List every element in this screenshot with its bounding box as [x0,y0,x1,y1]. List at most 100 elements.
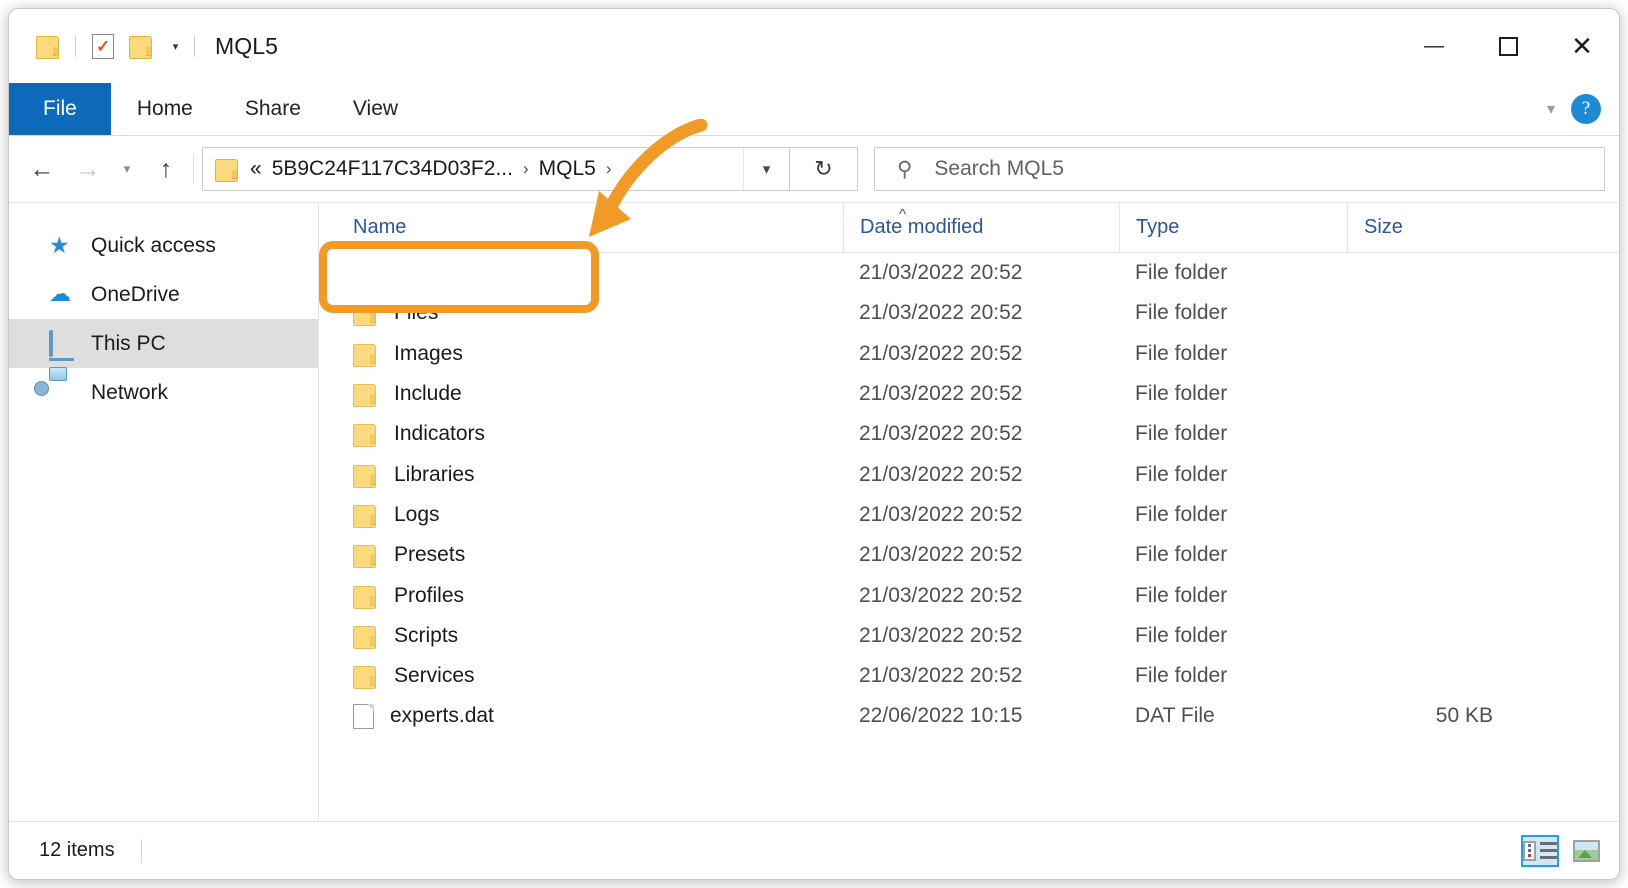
row-type-cell: File folder [1119,575,1347,615]
breadcrumb-dropdown-button[interactable]: ▾ [743,148,789,190]
table-row[interactable]: experts.dat 22/06/2022 10:15 DAT File 50… [319,696,1619,736]
breadcrumb-segments: « 5B9C24F117C34D03F2... › MQL5 › [250,157,619,181]
row-date-cell: 21/03/2022 20:52 [843,454,1119,494]
explorer-body: ★ Quick access ☁ OneDrive This PC Networ… [9,202,1619,821]
row-size-cell [1347,575,1507,615]
sidebar-item-this-pc[interactable]: This PC [9,319,318,368]
table-row[interactable]: Scripts 21/03/2022 20:52 File folder [319,616,1619,656]
forward-button[interactable]: → [65,146,111,192]
folder-icon [353,585,378,607]
sidebar-item-label: OneDrive [91,283,180,307]
folder-icon [353,464,378,486]
chevron-down-icon: ▾ [763,160,771,178]
breadcrumb[interactable]: « 5B9C24F117C34D03F2... › MQL5 › ▾ [202,147,790,191]
breadcrumb-segment-0[interactable]: 5B9C24F117C34D03F2... [264,157,513,181]
close-icon: ✕ [1571,31,1593,62]
qat-properties-button[interactable]: ✓ [84,27,122,65]
row-type-cell: File folder [1119,495,1347,535]
chevron-down-icon[interactable]: ▾ [1547,99,1555,119]
breadcrumb-segment-1[interactable]: MQL5 [539,157,596,181]
row-date-cell: 21/03/2022 20:52 [843,293,1119,333]
folder-icon [353,262,378,284]
sidebar-item-quick-access[interactable]: ★ Quick access [9,221,318,270]
row-name-cell: Profiles [319,575,843,615]
help-button[interactable]: ? [1571,94,1601,124]
tab-file[interactable]: File [9,83,111,135]
row-type-cell: File folder [1119,253,1347,293]
breadcrumb-overflow[interactable]: « [250,157,262,181]
row-date-cell: 21/03/2022 20:52 [843,575,1119,615]
sidebar-item-network[interactable]: Network [9,368,318,417]
table-row[interactable]: Profiles 21/03/2022 20:52 File folder [319,575,1619,615]
tab-view[interactable]: View [327,83,424,135]
row-type-cell: File folder [1119,293,1347,333]
search-icon: ⚲ [897,157,912,182]
column-header-date-modified[interactable]: Date modified [843,203,1119,253]
file-name: Experts [394,261,465,285]
qat-folder-button[interactable] [29,27,67,65]
chevron-right-icon[interactable]: › [515,159,537,179]
row-size-cell [1347,253,1507,293]
row-type-cell: File folder [1119,374,1347,414]
row-date-cell: 21/03/2022 20:52 [843,616,1119,656]
close-button[interactable]: ✕ [1545,9,1619,83]
row-date-cell: 22/06/2022 10:15 [843,696,1119,736]
file-name: Presets [394,543,465,567]
column-header-type[interactable]: Type [1119,203,1347,253]
tab-home[interactable]: Home [111,83,219,135]
computer-icon [49,332,75,356]
search-box[interactable]: ⚲ Search MQL5 [874,147,1605,191]
sidebar-item-label: Network [91,381,168,405]
row-type-cell: File folder [1119,454,1347,494]
maximize-button[interactable] [1471,9,1545,83]
row-name-cell: Indicators [319,414,843,454]
row-name-cell: Services [319,656,843,696]
window-controls: — ✕ [1397,9,1619,83]
file-explorer-window: ✓ ▾ MQL5 — ✕ File Home Share [8,8,1620,880]
arrow-left-icon: ← [30,155,55,184]
folder-icon [353,625,378,647]
arrow-up-icon: ↑ [160,155,173,184]
table-row[interactable]: Files 21/03/2022 20:52 File folder [319,293,1619,333]
folder-icon [353,544,378,566]
status-bar: 12 items [9,821,1619,879]
new-folder-icon [129,35,154,57]
column-header-size[interactable]: Size [1347,203,1507,253]
chevron-right-icon-2[interactable]: › [598,159,620,179]
table-row[interactable]: Images 21/03/2022 20:52 File folder [319,334,1619,374]
row-size-cell [1347,414,1507,454]
address-divider [193,154,194,184]
recent-locations-button[interactable]: ▾ [111,146,143,192]
sidebar-item-label: This PC [91,332,166,356]
refresh-button[interactable]: ↻ [790,147,858,191]
up-button[interactable]: ↑ [143,146,189,192]
sidebar-item-onedrive[interactable]: ☁ OneDrive [9,270,318,319]
file-name: Indicators [394,422,485,446]
maximize-icon [1499,37,1518,56]
minimize-button[interactable]: — [1397,9,1471,83]
qat-new-folder-button[interactable] [122,27,160,65]
qat-customize-button[interactable]: ▾ [160,27,186,65]
row-size-cell [1347,293,1507,333]
row-size-cell [1347,616,1507,656]
row-type-cell: File folder [1119,616,1347,656]
table-row[interactable]: Experts 21/03/2022 20:52 File folder [319,253,1619,293]
large-icons-view-button[interactable] [1567,835,1605,867]
details-view-button[interactable] [1521,835,1559,867]
table-row[interactable]: Presets 21/03/2022 20:52 File folder [319,535,1619,575]
folder-icon [353,302,378,324]
window-title: MQL5 [215,33,278,60]
table-row[interactable]: Logs 21/03/2022 20:52 File folder [319,495,1619,535]
file-icon [353,704,374,729]
view-toggle-group [1521,835,1605,867]
back-button[interactable]: ← [19,146,65,192]
search-input[interactable]: Search MQL5 [934,157,1064,181]
table-row[interactable]: Services 21/03/2022 20:52 File folder [319,656,1619,696]
column-header-name[interactable]: Name [319,203,843,253]
table-row[interactable]: Libraries 21/03/2022 20:52 File folder [319,454,1619,494]
table-row[interactable]: Indicators 21/03/2022 20:52 File folder [319,414,1619,454]
table-row[interactable]: Include 21/03/2022 20:52 File folder [319,374,1619,414]
tab-share[interactable]: Share [219,83,327,135]
row-date-cell: 21/03/2022 20:52 [843,656,1119,696]
row-size-cell [1347,535,1507,575]
